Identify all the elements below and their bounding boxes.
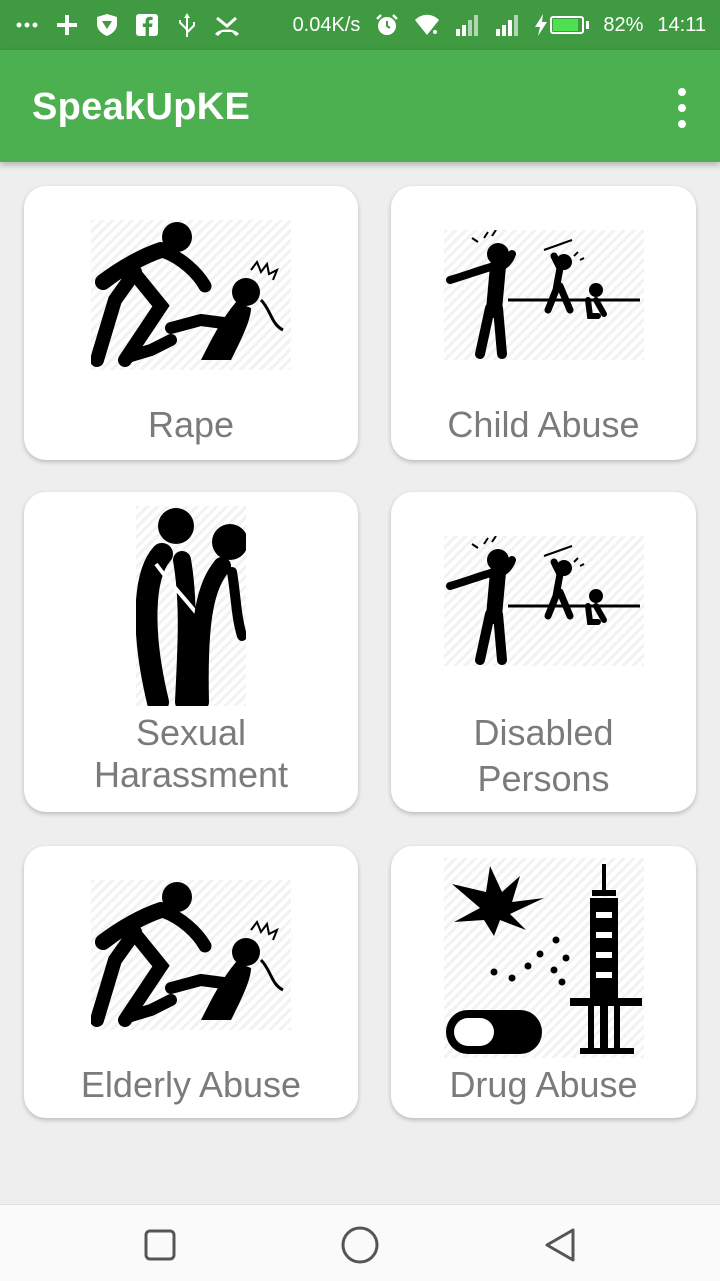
category-card-rape[interactable]: Rape [24,186,358,460]
home-icon[interactable] [340,1225,380,1265]
category-label: Sexual Harassment [24,712,358,796]
assault-icon [90,220,291,370]
wifi-icon [414,12,440,38]
missed-call-icon [214,12,240,38]
child-abuse-icon [443,229,644,360]
category-card-child-abuse[interactable]: Child Abuse [391,186,696,460]
category-label: Disabled Persons [391,710,696,802]
child-abuse-icon [443,535,644,666]
charging-icon [535,14,548,36]
category-card-sexual-harassment[interactable]: Sexual Harassment [24,492,358,812]
back-icon[interactable] [540,1225,580,1265]
system-nav-bar [0,1204,720,1281]
category-label-line: Disabled [473,712,614,753]
status-bar-left [14,12,240,38]
category-label: Rape [147,404,235,445]
battery-icon [550,16,585,34]
category-label: Child Abuse [447,404,640,445]
category-card-drug-abuse[interactable]: Drug Abuse [391,846,696,1118]
category-label-line: Harassment [93,754,289,795]
network-speed: 0.04K/s [292,13,361,36]
battery-indicator [534,14,590,36]
category-label-line: Sexual [135,712,247,753]
usb-icon [174,12,200,38]
app-bar: SpeakUpKE [0,50,720,162]
plus-icon [54,12,80,38]
facebook-icon [134,12,160,38]
app-title: SpeakUpKE [32,86,251,128]
category-card-disabled-persons[interactable]: Disabled Persons [391,492,696,812]
assault-icon [90,880,291,1030]
status-bar: 0.04K/s 82% 14:11 [0,0,720,50]
battery-percent: 82% [603,13,644,36]
harassment-icon [135,506,248,713]
category-card-elderly-abuse[interactable]: Elderly Abuse [24,846,358,1118]
signal-icon [494,12,520,38]
category-label-line: Persons [477,758,610,799]
drugs-icon [443,858,644,1058]
alarm-icon [374,12,400,38]
category-label: Elderly Abuse [80,1064,302,1105]
signal-icon [454,12,480,38]
category-label: Drug Abuse [449,1064,638,1105]
recents-icon[interactable] [140,1225,180,1265]
more-vert-icon[interactable] [670,88,694,128]
status-bar-right: 0.04K/s 82% 14:11 [293,12,706,38]
shield-icon [94,12,120,38]
clock: 14:11 [657,13,706,36]
more-dots-icon [14,12,40,38]
